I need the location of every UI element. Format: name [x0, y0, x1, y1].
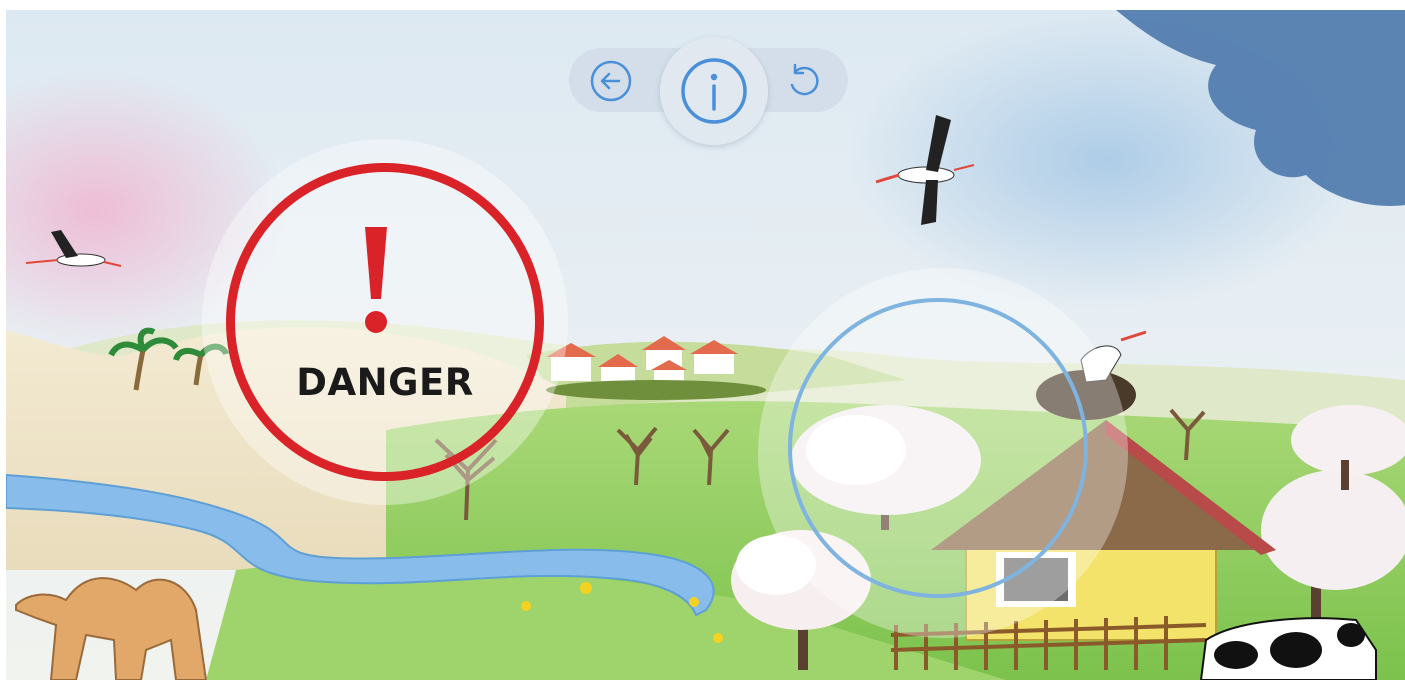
danger-label: DANGER — [296, 361, 474, 404]
top-toolbar — [569, 37, 854, 147]
arrow-left-icon — [590, 60, 632, 102]
info-button[interactable] — [660, 37, 768, 145]
reset-icon — [790, 63, 819, 96]
info-icon — [681, 58, 747, 124]
back-button[interactable] — [589, 59, 633, 103]
reset-button[interactable] — [782, 59, 826, 103]
danger-hotspot[interactable]: DANGER — [202, 139, 568, 505]
target-hotspot[interactable] — [758, 268, 1128, 638]
game-stage: DANGER — [6, 10, 1405, 680]
exclamation-icon — [365, 227, 387, 333]
target-ring — [788, 298, 1088, 598]
